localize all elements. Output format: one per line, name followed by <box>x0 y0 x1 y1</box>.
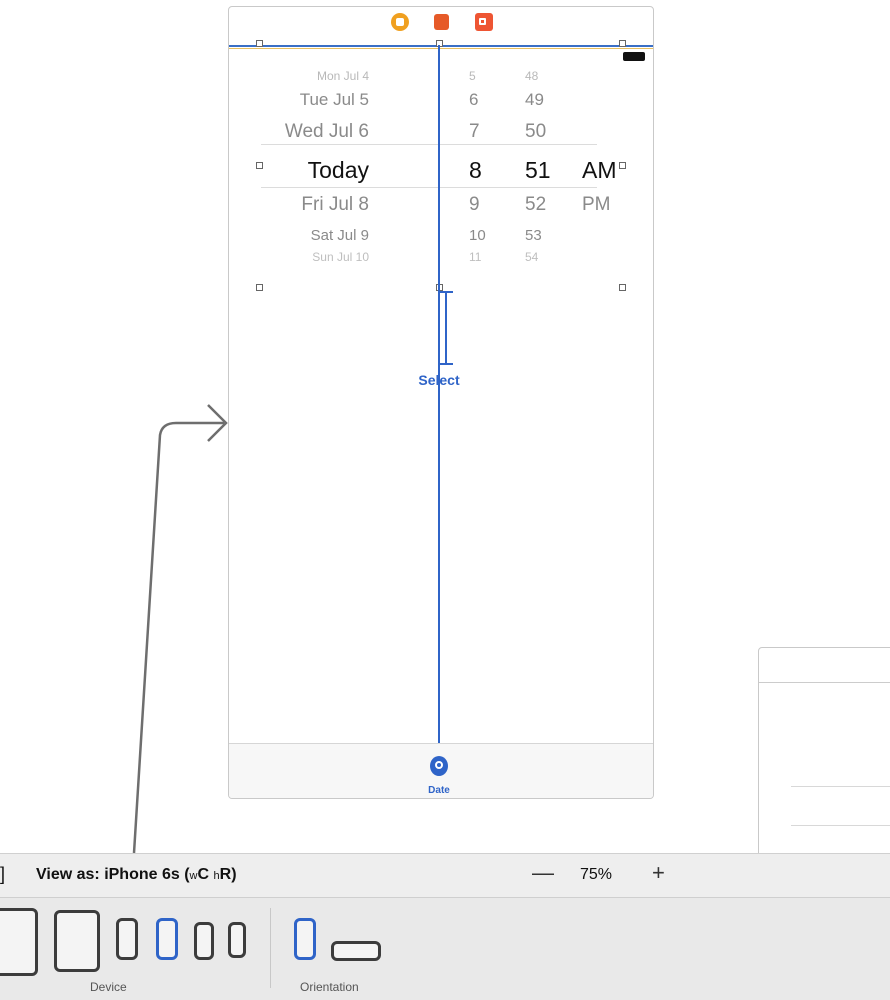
picker-ampm: AM <box>582 157 617 183</box>
status-bar-guide-secondary <box>229 48 653 49</box>
iphone-6s-icon[interactable] <box>156 918 178 960</box>
picker-hour: 9 <box>469 194 480 215</box>
view-as-close: ) <box>231 866 237 883</box>
zoom-out-button[interactable]: — <box>532 860 554 886</box>
orientation-label: Orientation <box>300 980 359 994</box>
select-button[interactable]: Select <box>415 372 463 388</box>
device-label: Device <box>90 980 127 994</box>
iphone-4s-icon[interactable] <box>228 922 246 958</box>
size-class-compact: C <box>197 866 210 883</box>
first-responder-icon[interactable] <box>434 14 449 30</box>
table-separator <box>791 825 890 826</box>
picker-hour: 11 <box>469 250 482 264</box>
exit-icon[interactable] <box>475 13 493 31</box>
view-controller-scene[interactable]: Mon Jul 4 5 48 Tue Jul 5 6 49 Wed Jul 6 … <box>228 6 654 799</box>
device-configuration-panel: Device Orientation <box>0 897 890 1000</box>
date-picker[interactable]: Mon Jul 4 5 48 Tue Jul 5 6 49 Wed Jul 6 … <box>261 63 623 275</box>
date-tab-icon[interactable] <box>430 756 448 776</box>
picker-minute: 54 <box>525 250 539 264</box>
resize-handle[interactable] <box>256 284 263 291</box>
iphone-6s-plus-icon[interactable] <box>116 918 138 960</box>
size-class-regular: R <box>219 866 232 883</box>
iphone-se-icon[interactable] <box>194 922 214 960</box>
picker-date: Fri Jul 8 <box>301 194 369 215</box>
picker-minute: 51 <box>525 157 551 183</box>
vertical-spacing-constraint[interactable] <box>445 291 447 365</box>
tab-bar: Date <box>229 743 653 798</box>
picker-minute: 53 <box>525 227 542 244</box>
picker-date: Tue Jul 5 <box>299 90 369 109</box>
date-tab-label[interactable]: Date <box>421 785 457 796</box>
picker-ampm: PM <box>582 194 611 215</box>
picker-hour: 6 <box>469 90 479 109</box>
secondary-scene[interactable] <box>758 647 890 867</box>
resize-handle[interactable] <box>256 40 263 47</box>
initial-view-controller-arrow[interactable] <box>120 395 240 855</box>
picker-hour: 7 <box>469 121 480 142</box>
view-as-bar: ] View as: iPhone 6s (wC hR) — 75% + <box>0 853 890 897</box>
landscape-icon[interactable] <box>331 941 381 961</box>
picker-minute: 50 <box>525 121 547 142</box>
view-as-label[interactable]: View as: iPhone 6s (wC hR) <box>36 866 237 884</box>
picker-hour: 5 <box>469 69 476 83</box>
picker-date: Today <box>307 157 369 183</box>
center-x-constraint-guide <box>438 45 440 798</box>
picker-minute: 49 <box>525 90 544 109</box>
ipad-icon[interactable] <box>54 910 100 972</box>
picker-hour: 8 <box>469 157 482 183</box>
view-as-text: View as: iPhone 6s ( <box>36 866 190 883</box>
picker-date: Sat Jul 9 <box>310 227 369 244</box>
battery-icon <box>623 52 645 61</box>
view-controller-icon[interactable] <box>391 13 409 31</box>
navigation-bar <box>759 682 890 683</box>
resize-handle[interactable] <box>619 284 626 291</box>
table-separator <box>791 786 890 787</box>
portrait-icon[interactable] <box>294 918 316 960</box>
toggle-panel-icon[interactable]: ] <box>0 864 5 885</box>
picker-date: Mon Jul 4 <box>316 69 369 83</box>
panel-divider <box>270 908 271 988</box>
spacing-constraint-cap <box>439 363 453 365</box>
zoom-level: 75% <box>580 866 613 883</box>
picker-row[interactable]: Mon Jul 4 5 48 <box>261 69 623 83</box>
zoom-in-button[interactable]: + <box>652 860 665 886</box>
picker-date: Sun Jul 10 <box>312 250 369 264</box>
picker-minute: 52 <box>525 194 547 215</box>
picker-minute: 48 <box>525 69 539 83</box>
resize-handle[interactable] <box>619 40 626 47</box>
segue-line <box>132 421 224 854</box>
picker-date: Wed Jul 6 <box>284 121 369 142</box>
ipad-pro-icon[interactable] <box>0 908 38 976</box>
picker-hour: 10 <box>469 227 486 244</box>
size-class-w: w <box>189 870 198 882</box>
